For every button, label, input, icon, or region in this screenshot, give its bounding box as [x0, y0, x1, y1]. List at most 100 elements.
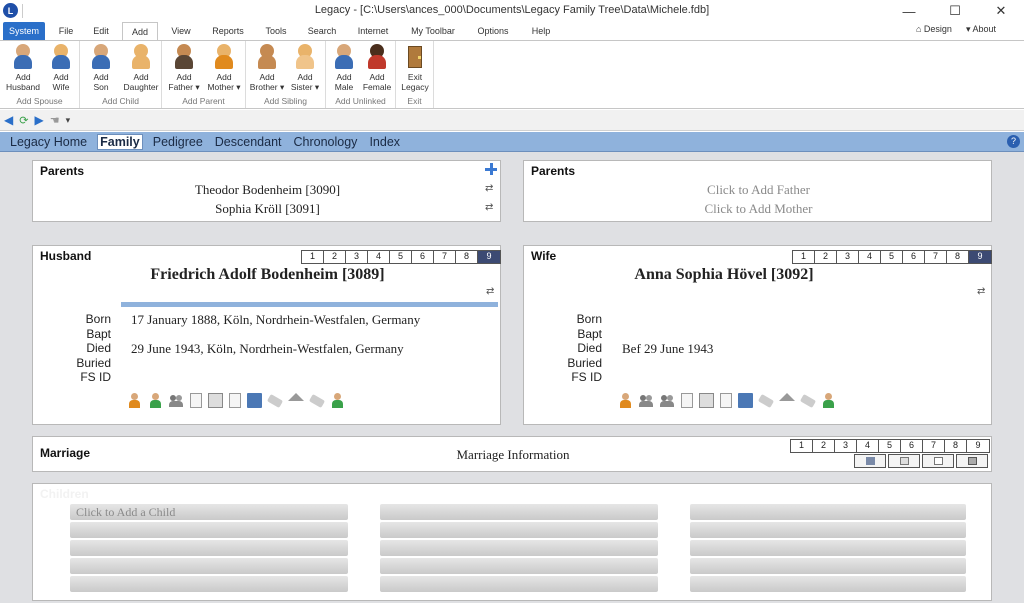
- nav-descendant[interactable]: Descendant: [213, 135, 284, 149]
- tab-file[interactable]: File: [52, 22, 80, 40]
- familysearch-icon[interactable]: [821, 393, 836, 408]
- to-do-icon[interactable]: [799, 394, 817, 408]
- tab-tools[interactable]: Tools: [258, 22, 294, 40]
- minimize-button[interactable]: —: [886, 0, 932, 22]
- click-to-add-mother[interactable]: Click to Add Mother: [524, 201, 993, 217]
- child-slot[interactable]: [690, 504, 966, 520]
- marriage-notes-button[interactable]: [888, 454, 920, 468]
- individual-icon[interactable]: [618, 393, 633, 408]
- tab-search[interactable]: Search: [302, 22, 342, 40]
- child-slot[interactable]: [70, 540, 348, 556]
- marriage-document-button[interactable]: [922, 454, 954, 468]
- family-group-icon[interactable]: [148, 393, 163, 408]
- marriage-source-button[interactable]: [854, 454, 886, 468]
- add-mother-button[interactable]: Add Mother ▾: [204, 44, 244, 96]
- forward-arrow-icon[interactable]: ▶: [34, 113, 43, 127]
- click-to-add-child[interactable]: Click to Add a Child: [70, 504, 348, 520]
- associations-icon[interactable]: [660, 393, 675, 408]
- design-link[interactable]: ⌂ Design: [916, 24, 952, 35]
- pictures-icon[interactable]: [208, 393, 223, 408]
- wife-died-value[interactable]: Bef 29 June 1943: [622, 341, 713, 357]
- nav-pedigree[interactable]: Pedigree: [151, 135, 205, 149]
- gen-3[interactable]: 3: [837, 251, 859, 263]
- gen-4[interactable]: 4: [859, 251, 881, 263]
- research-book-icon[interactable]: [247, 393, 262, 408]
- gen-1[interactable]: 1: [791, 440, 813, 452]
- gen-1[interactable]: 1: [793, 251, 815, 263]
- child-slot[interactable]: [380, 540, 658, 556]
- add-male-button[interactable]: Add Male: [328, 44, 360, 96]
- child-slot[interactable]: [70, 558, 348, 574]
- child-slot[interactable]: [380, 576, 658, 592]
- add-daughter-button[interactable]: Add Daughter: [120, 44, 162, 96]
- add-brother-button[interactable]: Add Brother ▾: [248, 44, 286, 96]
- pictures-icon[interactable]: [699, 393, 714, 408]
- child-slot[interactable]: [690, 558, 966, 574]
- wife-parents-panel[interactable]: Parents Click to Add Father Click to Add…: [523, 160, 992, 222]
- husband-name[interactable]: Friedrich Adolf Bodenheim [3089]: [33, 266, 502, 284]
- add-wife-button[interactable]: Add Wife: [42, 44, 80, 96]
- husband-father-name[interactable]: Theodor Bodenheim [3090]: [33, 182, 502, 198]
- nav-index[interactable]: Index: [367, 135, 402, 149]
- swap-father-icon[interactable]: ⇄: [485, 183, 493, 194]
- gen-9[interactable]: 9: [969, 251, 991, 263]
- gen-5[interactable]: 5: [390, 251, 412, 263]
- gen-7[interactable]: 7: [923, 440, 945, 452]
- family-group-icon[interactable]: [639, 393, 654, 408]
- swap-mother-icon[interactable]: ⇄: [485, 202, 493, 213]
- notes-icon[interactable]: [190, 393, 202, 408]
- gen-7[interactable]: 7: [434, 251, 456, 263]
- exit-legacy-button[interactable]: Exit Legacy: [396, 44, 434, 96]
- associations-icon[interactable]: [169, 393, 184, 408]
- gen-8[interactable]: 8: [456, 251, 478, 263]
- gen-7[interactable]: 7: [925, 251, 947, 263]
- hashtag-icon[interactable]: [266, 394, 284, 408]
- add-sister-button[interactable]: Add Sister ▾: [286, 44, 324, 96]
- individual-icon[interactable]: [127, 393, 142, 408]
- gen-9[interactable]: 9: [478, 251, 500, 263]
- husband-mother-name[interactable]: Sophia Kröll [3091]: [33, 201, 502, 217]
- back-arrow-icon[interactable]: ◀: [4, 113, 13, 127]
- gen-9[interactable]: 9: [967, 440, 989, 452]
- tab-add[interactable]: Add: [122, 22, 158, 41]
- help-icon[interactable]: ?: [1007, 135, 1020, 148]
- gen-8[interactable]: 8: [945, 440, 967, 452]
- tab-internet[interactable]: Internet: [350, 22, 396, 40]
- close-button[interactable]: ✕: [978, 0, 1024, 22]
- gen-5[interactable]: 5: [879, 440, 901, 452]
- wife-panel[interactable]: Wife 1 2 3 4 5 6 7 8 9 Anna Sophia Hövel…: [523, 245, 992, 425]
- tab-system[interactable]: System: [3, 22, 45, 40]
- tab-view[interactable]: View: [164, 22, 198, 40]
- research-book-icon[interactable]: [738, 393, 753, 408]
- child-slot[interactable]: [690, 522, 966, 538]
- marriage-panel[interactable]: Marriage Marriage Information 1 2 3 4 5 …: [32, 436, 992, 472]
- gen-1[interactable]: 1: [302, 251, 324, 263]
- click-to-add-father[interactable]: Click to Add Father: [524, 182, 993, 198]
- gen-3[interactable]: 3: [835, 440, 857, 452]
- child-slot[interactable]: [690, 540, 966, 556]
- add-parents-plus-icon[interactable]: [485, 163, 497, 175]
- tab-options[interactable]: Options: [470, 22, 516, 40]
- husband-panel[interactable]: Husband 1 2 3 4 5 6 7 8 9 Friedrich Adol…: [32, 245, 501, 425]
- tab-edit[interactable]: Edit: [86, 22, 116, 40]
- maximize-button[interactable]: ☐: [932, 0, 978, 22]
- gen-6[interactable]: 6: [901, 440, 923, 452]
- nav-legacy-home[interactable]: Legacy Home: [8, 135, 89, 149]
- gen-2[interactable]: 2: [815, 251, 837, 263]
- gen-2[interactable]: 2: [324, 251, 346, 263]
- nav-chronology[interactable]: Chronology: [292, 135, 360, 149]
- child-slot[interactable]: [70, 576, 348, 592]
- child-slot[interactable]: [380, 522, 658, 538]
- source-citation-icon[interactable]: [720, 393, 732, 408]
- add-husband-button[interactable]: Add Husband: [4, 44, 42, 96]
- wife-swap-icon[interactable]: ⇄: [977, 286, 985, 297]
- notes-icon[interactable]: [681, 393, 693, 408]
- husband-swap-icon[interactable]: ⇄: [486, 286, 494, 297]
- gen-3[interactable]: 3: [346, 251, 368, 263]
- gen-6[interactable]: 6: [903, 251, 925, 263]
- hashtag-icon[interactable]: [757, 394, 775, 408]
- child-slot[interactable]: [70, 522, 348, 538]
- address-icon[interactable]: [779, 393, 795, 401]
- to-do-icon[interactable]: [308, 394, 326, 408]
- tab-help[interactable]: Help: [524, 22, 558, 40]
